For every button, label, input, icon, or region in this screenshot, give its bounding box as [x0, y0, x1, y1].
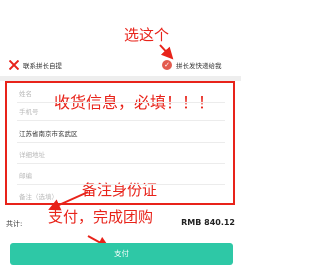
total-amount: RMB 840.12 [181, 218, 235, 227]
total-label: 共计: [6, 220, 23, 228]
field-divider [17, 184, 225, 185]
field-divider [17, 163, 225, 164]
option-self-pickup[interactable]: 联系拼长自提 [8, 57, 62, 73]
option-express-label: 拼长发快递给我 [176, 62, 222, 70]
postcode-field[interactable]: 邮编 [19, 170, 32, 180]
annotation-select-this: 选这个 [124, 26, 170, 44]
annotation-pay-group: 支付，完成团购 [48, 208, 154, 226]
phone-field[interactable]: 手机号 [19, 106, 39, 116]
shipping-form: 姓名 手机号 江苏省南京市玄武区 详细地址 邮编 备注（选填） [5, 81, 235, 205]
x-mark-icon [8, 59, 20, 71]
option-express[interactable]: ✓ 拼长发快递给我 [162, 57, 222, 73]
remark-field[interactable]: 备注（选填） [19, 191, 58, 201]
option-self-pickup-label: 联系拼长自提 [23, 62, 62, 70]
address-field[interactable]: 详细地址 [19, 149, 45, 159]
field-divider [17, 142, 225, 143]
check-icon: ✓ [162, 60, 172, 70]
pay-button[interactable]: 支付 [10, 243, 233, 265]
name-field[interactable]: 姓名 [19, 88, 32, 98]
field-divider [17, 120, 225, 121]
region-field[interactable]: 江苏省南京市玄武区 [19, 128, 78, 138]
field-divider [17, 102, 225, 103]
